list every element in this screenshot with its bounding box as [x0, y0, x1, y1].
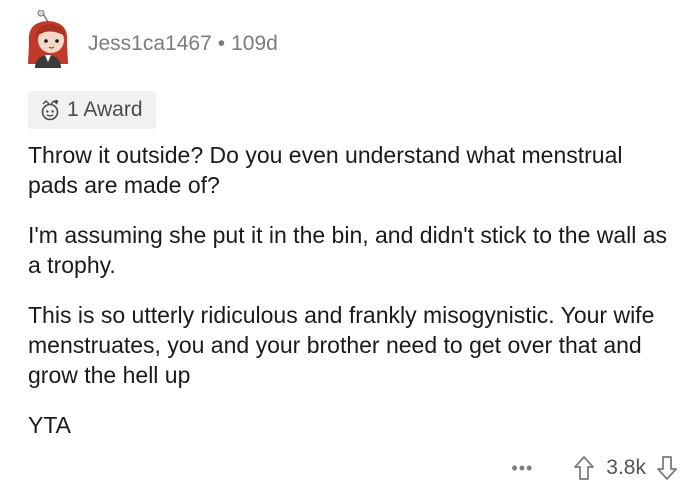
award-icon: [41, 99, 59, 121]
comment-paragraph: YTA: [28, 412, 72, 438]
more-options-icon[interactable]: •••: [511, 458, 533, 479]
downvote-icon[interactable]: [656, 455, 678, 481]
author-name[interactable]: Jess1ca1467: [88, 32, 212, 55]
comment-meta: Jess1ca1467 • 109d: [88, 32, 278, 56]
meta-separator: •: [217, 32, 226, 55]
comment-body: Throw it outside? Do you even understand…: [28, 140, 678, 460]
award-label: 1 Award: [67, 98, 143, 121]
comment-actions: ••• 3.8k: [511, 455, 678, 481]
comment-age: 109d: [231, 32, 278, 55]
vote-score: 3.8k: [606, 456, 646, 479]
avatar[interactable]: [21, 9, 75, 70]
comment-paragraph: I'm assuming she put it in the bin, and …: [28, 222, 668, 278]
award-badge[interactable]: 1 Award: [28, 91, 156, 129]
upvote-icon[interactable]: [573, 455, 595, 481]
comment-paragraph: Throw it outside? Do you even understand…: [28, 142, 623, 198]
comment-paragraph: This is so utterly ridiculous and frankl…: [28, 302, 655, 388]
